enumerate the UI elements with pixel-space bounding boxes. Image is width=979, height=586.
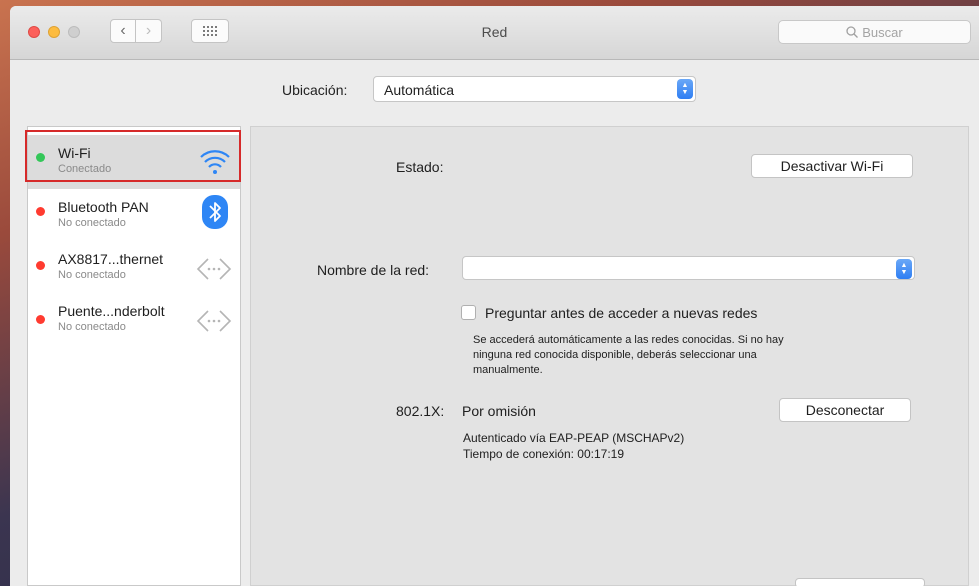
location-select[interactable]: Automática ▲ ▼: [373, 76, 696, 102]
ask-to-join-checkbox[interactable]: [461, 305, 476, 320]
network-preferences-window: ‹ › Red Buscar Ubicación: Automática ▲ ▼…: [10, 6, 979, 586]
dot1x-value: Por omisión: [462, 403, 536, 419]
location-label: Ubicación:: [282, 82, 348, 98]
status-dot: [36, 315, 45, 324]
connection-time: Tiempo de conexión: 00:17:19: [463, 447, 624, 461]
ask-to-join-help: Se accederá automáticamente a las redes …: [473, 333, 784, 378]
network-name-label: Nombre de la red:: [317, 262, 430, 278]
status-label: Estado:: [396, 159, 444, 175]
ethernet-icon: [196, 310, 232, 332]
service-item-ax8817-ethernet[interactable]: AX8817...thernet No conectado: [28, 243, 240, 297]
auth-info: Autenticado vía EAP-PEAP (MSCHAPv2): [463, 431, 685, 445]
disconnect-button[interactable]: Desconectar: [779, 398, 911, 422]
service-status: No conectado: [58, 321, 126, 333]
advanced-button[interactable]: [795, 578, 925, 586]
service-name: Puente...nderbolt: [58, 303, 165, 319]
status-dot: [36, 207, 45, 216]
network-name-select[interactable]: ▲ ▼: [462, 256, 915, 280]
dot1x-label: 802.1X:: [396, 403, 445, 419]
service-item-bluetooth-pan[interactable]: Bluetooth PAN No conectado: [28, 189, 240, 243]
search-field[interactable]: Buscar: [778, 20, 971, 44]
updown-chevron-icon: ▲ ▼: [896, 259, 912, 279]
service-item-thunderbolt-bridge[interactable]: Puente...nderbolt No conectado: [28, 297, 240, 351]
service-name: AX8817...thernet: [58, 251, 164, 267]
updown-chevron-icon: ▲ ▼: [677, 79, 693, 99]
help-line: Se accederá automáticamente a las redes …: [473, 334, 784, 346]
ask-to-join-label: Preguntar antes de acceder a nuevas rede…: [485, 305, 758, 321]
titlebar: ‹ › Red Buscar: [10, 6, 979, 60]
selection-highlight-box: [25, 130, 241, 182]
bluetooth-icon: [202, 195, 228, 229]
search-icon: [846, 26, 859, 38]
help-line: ninguna red conocida disponible, deberás…: [473, 349, 757, 361]
service-status: No conectado: [58, 269, 126, 281]
status-dot: [36, 261, 45, 270]
ethernet-icon: [196, 258, 232, 280]
network-services-list: Wi-Fi Conectado Bluetooth PAN No conecta…: [27, 126, 241, 586]
service-status: No conectado: [58, 217, 126, 229]
help-line: manualmente.: [473, 364, 543, 376]
search-placeholder: Buscar: [862, 24, 903, 40]
turn-off-wifi-button[interactable]: Desactivar Wi-Fi: [751, 154, 913, 178]
location-value: Automática: [384, 82, 455, 98]
service-name: Bluetooth PAN: [58, 199, 149, 215]
